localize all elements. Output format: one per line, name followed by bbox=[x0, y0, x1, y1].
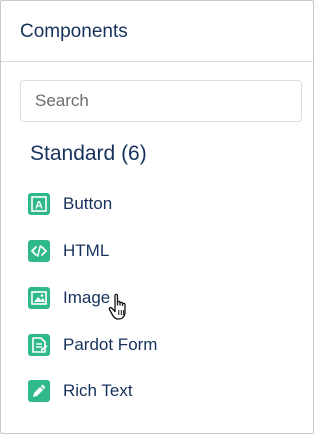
image-icon bbox=[28, 287, 50, 309]
component-item-label: Rich Text bbox=[63, 381, 133, 400]
button-icon: A bbox=[28, 193, 50, 215]
component-item-image[interactable]: Image bbox=[28, 285, 110, 311]
pencil-icon bbox=[28, 380, 50, 402]
component-item-rich-text[interactable]: Rich Text bbox=[28, 378, 133, 404]
panel-header: Components bbox=[1, 1, 313, 62]
search-input[interactable] bbox=[35, 91, 287, 111]
component-item-pardot-form[interactable]: Pardot Form bbox=[28, 332, 157, 358]
component-item-button[interactable]: A Button bbox=[28, 191, 112, 217]
component-item-html[interactable]: HTML bbox=[28, 238, 109, 264]
panel-title: Components bbox=[20, 21, 128, 42]
svg-text:A: A bbox=[35, 200, 43, 212]
component-item-label: Image bbox=[63, 288, 111, 307]
search-box[interactable] bbox=[20, 80, 302, 122]
hand-pointer-cursor-icon bbox=[107, 292, 133, 322]
html-code-icon bbox=[28, 240, 50, 262]
component-item-label: Pardot Form bbox=[63, 335, 158, 354]
component-item-label: Button bbox=[63, 194, 113, 213]
form-icon bbox=[28, 334, 50, 356]
component-item-label: HTML bbox=[63, 241, 110, 260]
components-panel: Components Standard (6) A Button HTML bbox=[0, 0, 314, 434]
section-title-standard: Standard (6) bbox=[30, 142, 147, 165]
